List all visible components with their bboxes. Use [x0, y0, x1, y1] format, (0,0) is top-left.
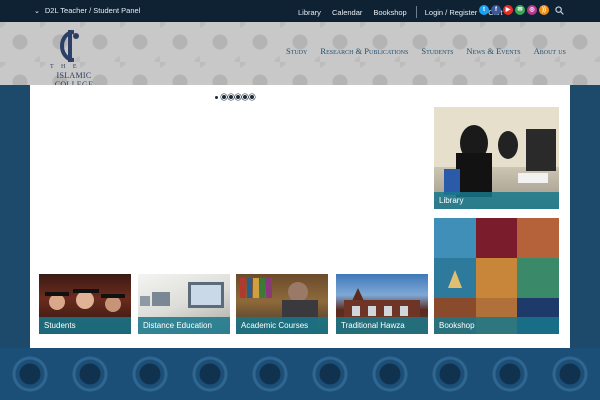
d2l-panel-link[interactable]: ⌄ D2L Teacher / Student Panel — [34, 6, 140, 15]
slider-dot[interactable] — [228, 94, 234, 100]
library-tile[interactable]: Library — [434, 107, 559, 209]
nav-study[interactable]: Study — [286, 46, 307, 56]
library-label: Library — [434, 192, 559, 209]
calendar-link[interactable]: Calendar — [332, 8, 362, 17]
academic-courses-label: Academic Courses — [236, 317, 328, 334]
slider-dot-small[interactable] — [215, 95, 218, 99]
academic-courses-tile[interactable]: Academic Courses — [236, 274, 328, 334]
slider-dot[interactable] — [242, 94, 248, 100]
students-tile[interactable]: Students — [39, 274, 131, 334]
search-icon[interactable] — [555, 6, 564, 15]
main-navigation: Study Research & Publications Students N… — [286, 46, 579, 56]
students-label: Students — [39, 317, 131, 334]
twitter-icon[interactable]: t — [479, 5, 489, 15]
bookshop-label: Bookshop — [434, 317, 559, 334]
college-logo[interactable]: T H E ISLAMIC COLLEGE — [38, 28, 110, 89]
divider — [415, 6, 417, 18]
slider-dot[interactable] — [235, 94, 241, 100]
site-header: T H E ISLAMIC COLLEGE Study Research & P… — [0, 22, 600, 89]
distance-education-tile[interactable]: Distance Education — [138, 274, 230, 334]
login-register-link[interactable]: Login / Register — [425, 8, 478, 17]
slider-dot[interactable] — [221, 94, 227, 100]
rss-icon[interactable]: )) — [539, 5, 549, 15]
slider-dot[interactable] — [249, 94, 255, 100]
nav-students[interactable]: Students — [421, 46, 453, 56]
logo-the-text: T H E — [50, 64, 80, 70]
traditional-hawza-tile[interactable]: Traditional Hawza — [336, 274, 428, 334]
youtube-icon[interactable]: ▶ — [503, 5, 513, 15]
instagram-icon[interactable]: ◎ — [527, 5, 537, 15]
traditional-hawza-label: Traditional Hawza — [336, 317, 428, 334]
library-link[interactable]: Library — [298, 8, 321, 17]
distance-education-label: Distance Education — [138, 317, 230, 334]
bookshop-link[interactable]: Bookshop — [373, 8, 406, 17]
chevron-down-icon: ⌄ — [34, 7, 40, 15]
logo-emblem-icon — [60, 30, 79, 62]
nav-about-us[interactable]: About us — [534, 46, 566, 56]
decorative-pattern-band — [0, 348, 600, 400]
bookshop-tile[interactable]: Bookshop — [434, 218, 559, 334]
slider-pagination — [215, 94, 256, 100]
facebook-icon[interactable]: f — [491, 5, 501, 15]
email-icon[interactable]: ✉ — [515, 5, 525, 15]
d2l-panel-label: D2L Teacher / Student Panel — [44, 6, 141, 15]
nav-research-publications[interactable]: Research & Publications — [320, 46, 408, 56]
social-links: t f ▶ ✉ ◎ )) — [479, 5, 551, 15]
top-utility-bar: ⌄ D2L Teacher / Student Panel Library Ca… — [0, 0, 600, 22]
nav-news-events[interactable]: News & Events — [466, 46, 520, 56]
